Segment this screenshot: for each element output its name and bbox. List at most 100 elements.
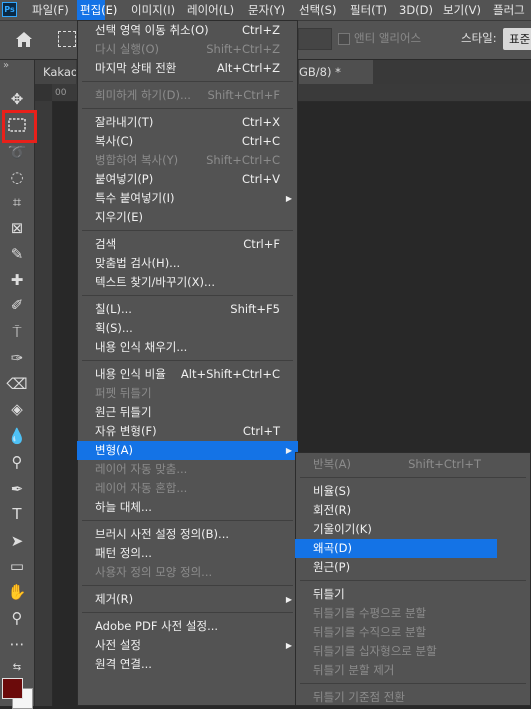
menu-item-label: 비율(S) <box>313 484 351 498</box>
menu-item-label: 뒤틀기를 수평으로 분할 <box>313 606 427 620</box>
menu-3d[interactable]: 3D(D) <box>396 0 436 20</box>
menu-item-label: 왜곡(D) <box>313 541 352 555</box>
edit-menu-item[interactable]: 제거(R) ▶ <box>77 590 298 609</box>
edit-menu-item[interactable]: 칠(L)... Shift+F5 <box>77 300 298 319</box>
menu-item-label: 패턴 정의... <box>95 546 152 560</box>
dodge-tool-icon[interactable]: ⚲ <box>5 451 29 473</box>
brush-tool-icon[interactable]: ✐ <box>5 294 29 316</box>
home-icon[interactable] <box>14 30 34 48</box>
feather-field[interactable] <box>298 28 332 50</box>
edit-menu-item[interactable]: 복사(C) Ctrl+C <box>77 132 298 151</box>
menu-select[interactable]: 선택(S) <box>296 0 339 20</box>
lasso-tool-icon[interactable]: ➰ <box>5 141 29 163</box>
menu-item-shortcut: Ctrl+X <box>242 115 280 129</box>
edit-menu-item[interactable]: 패턴 정의... <box>77 544 298 563</box>
menu-filter[interactable]: 필터(T) <box>347 0 390 20</box>
menu-layer[interactable]: 레이어(L) <box>184 0 237 20</box>
anti-alias-checkbox[interactable] <box>338 33 350 45</box>
edit-menu-item[interactable]: 원격 연결... <box>77 655 298 674</box>
swap-colors-icon[interactable]: ⇆ <box>5 657 29 679</box>
menu-item-label: 원격 연결... <box>95 657 152 671</box>
edit-menu-item[interactable]: 특수 붙여넣기(I) ▶ <box>77 189 298 208</box>
menu-separator <box>300 580 526 581</box>
menu-item-label: 붙여넣기(P) <box>95 172 154 186</box>
edit-menu-item[interactable]: 하늘 대체... <box>77 498 298 517</box>
quick-select-tool-icon[interactable]: ◌ <box>5 166 29 188</box>
submenu-arrow-icon: ▶ <box>285 641 292 650</box>
blur-tool-icon[interactable]: 💧 <box>5 425 29 447</box>
move-tool-icon[interactable]: ✥ <box>5 88 29 110</box>
edit-menu-item[interactable]: 브러시 사전 설정 정의(B)... <box>77 525 298 544</box>
document-tab-active[interactable]: GB/8) * <box>299 60 373 84</box>
transform-menu-item[interactable]: 회전(R) <box>295 501 531 520</box>
edit-menu-item[interactable]: Adobe PDF 사전 설정... <box>77 617 298 636</box>
menu-item-label: 뒤틀기를 수직으로 분할 <box>313 625 427 639</box>
paint-bucket-tool-icon[interactable]: ◈ <box>5 398 29 420</box>
edit-menu-item[interactable]: 검색 Ctrl+F <box>77 235 298 254</box>
menu-file[interactable]: 파일(F) <box>29 0 72 20</box>
menu-item-label: 칠(L)... <box>95 302 132 316</box>
transform-menu-item[interactable]: 왜곡(D) <box>295 539 497 558</box>
transform-menu-item: 뒤틀기를 수직으로 분할 <box>295 623 531 642</box>
edit-menu-item[interactable]: 내용 인식 비율 Alt+Shift+Ctrl+C <box>77 365 298 384</box>
collapse-icon[interactable]: » <box>3 60 9 71</box>
pen-tool-icon[interactable]: ✒ <box>5 478 29 500</box>
foreground-color-swatch[interactable] <box>2 678 23 699</box>
ruler-vertical <box>35 101 53 706</box>
crop-tool-icon[interactable]: ⌗ <box>5 191 29 213</box>
menu-item-label: 복사(C) <box>95 134 134 148</box>
style-select[interactable]: 표준 <box>503 28 531 50</box>
zoom-tool-icon[interactable]: ⚲ <box>5 607 29 629</box>
edit-menu-item[interactable]: 텍스트 찾기/바꾸기(X)... <box>77 273 298 292</box>
transform-menu-item[interactable]: 비율(S) <box>295 482 531 501</box>
transform-menu-item: 뒤틀기를 십자형으로 분할 <box>295 642 531 661</box>
edit-menu-item[interactable]: 맞춤법 검사(H)... <box>77 254 298 273</box>
menu-separator <box>82 612 293 613</box>
document-tab[interactable]: Kakao <box>35 60 76 84</box>
rectangle-tool-icon[interactable]: ▭ <box>5 555 29 577</box>
transform-menu-item[interactable]: 뒤틀기 <box>295 585 531 604</box>
anti-alias-label: 앤티 앨리어스 <box>354 31 422 45</box>
healing-brush-tool-icon[interactable]: ✚ <box>5 269 29 291</box>
frame-tool-icon[interactable]: ⊠ <box>5 217 29 239</box>
submenu-arrow-icon: ▶ <box>285 595 292 604</box>
menu-item-shortcut: Alt+Shift+Ctrl+C <box>180 367 280 381</box>
edit-menu-item[interactable]: 원근 뒤틀기 <box>77 403 298 422</box>
edit-menu-item: 퍼펫 뒤틀기 <box>77 384 298 403</box>
menu-item-label: 뒤틀기 <box>313 587 345 601</box>
menu-edit[interactable]: 편집(E) <box>77 0 117 20</box>
edit-menu-item[interactable]: 획(S)... <box>77 319 298 338</box>
edit-menu-item[interactable]: 마지막 상태 전환 Alt+Ctrl+Z <box>77 59 298 78</box>
menu-image[interactable]: 이미지(I) <box>128 0 178 20</box>
edit-menu-item: 사용자 정의 모양 정의... <box>77 563 298 582</box>
more-tools-icon[interactable]: ⋯ <box>5 633 29 655</box>
path-select-tool-icon[interactable]: ➤ <box>5 530 29 552</box>
menu-plugins[interactable]: 플러그 <box>490 0 528 20</box>
stamp-tool-icon[interactable]: ⍑ <box>5 321 29 343</box>
menu-item-label: 변형(A) <box>95 443 133 457</box>
transform-menu-item[interactable]: 기울이기(K) <box>295 520 531 539</box>
type-tool-icon[interactable]: T <box>5 503 29 525</box>
transform-menu-item[interactable]: 원근(P) <box>295 558 531 577</box>
edit-menu-item[interactable]: 지우기(E) <box>77 208 298 227</box>
history-brush-tool-icon[interactable]: ✑ <box>5 347 29 369</box>
menu-item-shortcut: Ctrl+T <box>242 424 280 438</box>
menu-item-label: 브러시 사전 설정 정의(B)... <box>95 527 230 541</box>
edit-menu-item[interactable]: 선택 영역 이동 취소(O) Ctrl+Z <box>77 21 298 40</box>
edit-menu-item: 다시 실행(O) Shift+Ctrl+Z <box>77 40 298 59</box>
edit-menu-item[interactable]: 내용 인식 채우기... <box>77 338 298 357</box>
menu-separator <box>300 683 526 684</box>
edit-menu-item[interactable]: 잘라내기(T) Ctrl+X <box>77 113 298 132</box>
edit-menu-item[interactable]: 붙여넣기(P) Ctrl+V <box>77 170 298 189</box>
edit-menu-item[interactable]: 사전 설정 ▶ <box>77 636 298 655</box>
menu-type[interactable]: 문자(Y) <box>245 0 288 20</box>
menu-separator <box>82 108 293 109</box>
menu-view[interactable]: 보기(V) <box>440 0 484 20</box>
edit-menu-item[interactable]: 변형(A) ▶ <box>77 441 298 460</box>
eyedropper-tool-icon[interactable]: ✎ <box>5 243 29 265</box>
hand-tool-icon[interactable]: ✋ <box>5 581 29 603</box>
menu-separator <box>300 477 526 478</box>
eraser-tool-icon[interactable]: ⌫ <box>5 373 29 395</box>
marquee-options-icon[interactable] <box>58 31 76 47</box>
edit-menu-item[interactable]: 자유 변형(F) Ctrl+T <box>77 422 298 441</box>
